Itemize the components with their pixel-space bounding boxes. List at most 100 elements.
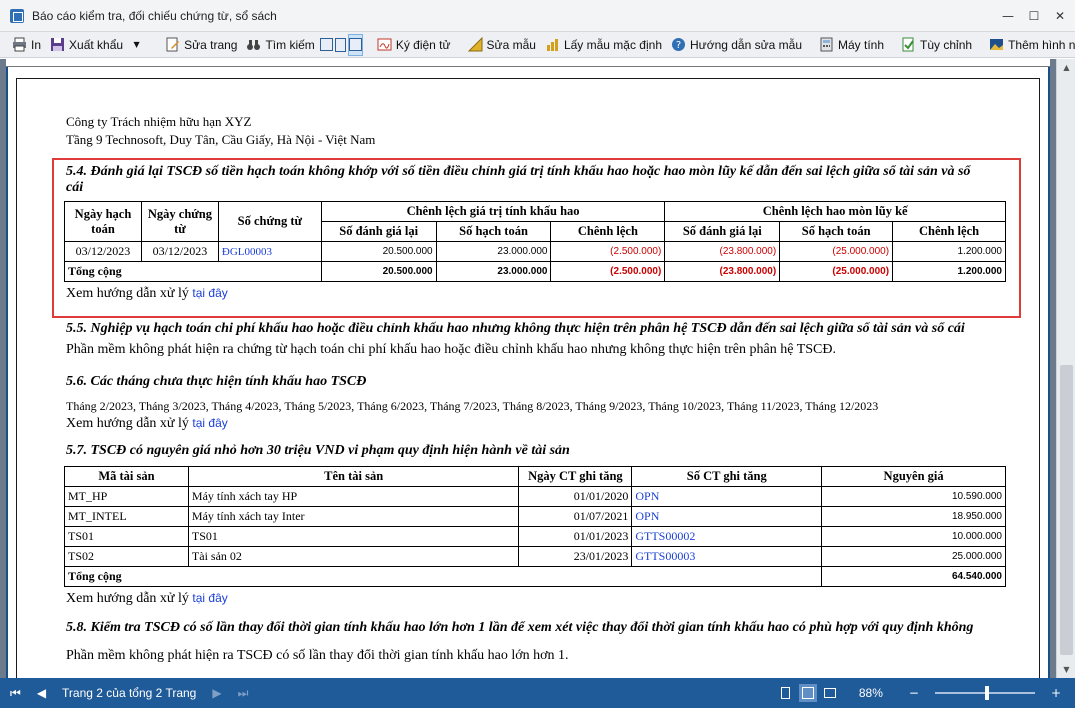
background-button[interactable]: Thêm hình nền bbox=[985, 34, 1075, 56]
cell-date: 23/01/2023 bbox=[518, 546, 633, 567]
calculator-icon bbox=[819, 37, 834, 52]
cell-asset-code: MT_HP bbox=[64, 486, 189, 507]
guide-label: Hướng dẫn sửa mẫu bbox=[690, 37, 802, 52]
calculator-button[interactable]: Máy tính bbox=[815, 34, 888, 56]
total-value: 64.540.000 bbox=[821, 566, 1006, 587]
guide-link[interactable]: tại đây bbox=[192, 591, 227, 605]
zoom-in-button[interactable]: + bbox=[1051, 686, 1061, 700]
total-label: Tổng cộng bbox=[63, 566, 823, 587]
document-link[interactable]: GTTS00003 bbox=[631, 546, 823, 567]
total-value: (2.500.000) bbox=[550, 261, 666, 282]
minimize-button[interactable]: — bbox=[997, 5, 1019, 27]
customize-icon bbox=[901, 37, 916, 52]
scroll-thumb[interactable] bbox=[1060, 365, 1073, 655]
search-label: Tìm kiếm bbox=[265, 37, 315, 52]
guide-link[interactable]: tại đây bbox=[192, 286, 227, 300]
vertical-scrollbar[interactable]: ▲ ▼ bbox=[1056, 59, 1075, 678]
cell-value: 10.000.000 bbox=[821, 526, 1006, 547]
total-row: Tổng cộng 64.540.000 bbox=[63, 566, 1006, 587]
document-link[interactable]: GTTS00002 bbox=[631, 526, 823, 547]
fit-page-view-button[interactable] bbox=[821, 684, 839, 702]
cell-value: 25.000.000 bbox=[821, 546, 1006, 567]
e-sign-button[interactable]: Ký điện tử bbox=[373, 34, 455, 56]
edit-page-button[interactable]: Sửa trang bbox=[161, 34, 241, 56]
col-revalue-2: Số đánh giá lại bbox=[664, 221, 781, 242]
fit-icon bbox=[823, 688, 836, 698]
page-top-strip bbox=[6, 59, 1050, 67]
last-page-icon[interactable]: ⏭ bbox=[238, 686, 249, 701]
multi-page-view-button[interactable] bbox=[798, 684, 817, 702]
col-date-document: Ngày chứng từ bbox=[140, 201, 219, 242]
title-bar: Báo cáo kiểm tra, đối chiếu chứng từ, sổ… bbox=[0, 0, 1075, 32]
edit-template-button[interactable]: Sửa mẫu bbox=[464, 34, 540, 56]
chevron-down-icon[interactable]: ▼ bbox=[129, 37, 144, 52]
guide-text-5-4: Xem hướng dẫn xử lý tại đây bbox=[66, 286, 228, 302]
edit-page-label: Sửa trang bbox=[184, 37, 238, 52]
printer-icon bbox=[12, 37, 27, 52]
col-booked-2: Số hạch toán bbox=[779, 221, 894, 242]
guide-label: Xem hướng dẫn xử lý bbox=[66, 416, 189, 431]
single-page-view-button[interactable] bbox=[777, 684, 795, 702]
section-5-6-title: 5.6. Các tháng chưa thực hiện tính khấu … bbox=[66, 374, 367, 389]
guide-button[interactable]: ? Hướng dẫn sửa mẫu bbox=[667, 34, 806, 56]
section-5-8-title: 5.8. Kiểm tra TSCĐ có số lần thay đổi th… bbox=[66, 620, 974, 635]
col-document-number: Số chứng từ bbox=[217, 201, 322, 242]
guide-text-5-6: Xem hướng dẫn xử lý tại đây bbox=[66, 416, 228, 432]
cell-asset-code: MT_INTEL bbox=[64, 506, 189, 527]
cell-date: 01/01/2023 bbox=[518, 526, 633, 547]
default-template-button[interactable]: Lấy mẫu mặc định bbox=[541, 34, 666, 56]
cell-asset-name: TS01 bbox=[187, 526, 520, 547]
single-page-icon bbox=[319, 38, 333, 51]
cell-asset-name: Máy tính xách tay Inter bbox=[187, 506, 520, 527]
cell-asset-name: Tài sản 02 bbox=[187, 546, 520, 567]
table-row: MT_INTEL Máy tính xách tay Inter 01/07/2… bbox=[64, 506, 1006, 527]
status-bar: ⏮ ◀ Trang 2 của tổng 2 Trang ▶ ⏭ 88% − + bbox=[0, 678, 1075, 708]
next-page-icon[interactable]: ▶ bbox=[212, 686, 221, 700]
app-icon bbox=[10, 8, 24, 23]
close-button[interactable]: ✕ bbox=[1049, 5, 1071, 27]
print-button[interactable]: In bbox=[8, 34, 45, 56]
view-single-page-button[interactable] bbox=[319, 34, 333, 56]
maximize-button[interactable]: ☐ bbox=[1023, 5, 1045, 27]
section-5-5-title: 5.5. Nghiệp vụ hạch toán chi phí khấu ha… bbox=[66, 321, 965, 336]
page-width-icon bbox=[334, 37, 346, 52]
zoom-slider[interactable] bbox=[934, 686, 1035, 700]
export-button[interactable]: Xuất khẩu ▼ bbox=[46, 34, 152, 56]
view-whole-page-button[interactable] bbox=[347, 33, 363, 56]
section-5-4-title: 5.4. Đánh giá lại TSCĐ số tiền hạch toán… bbox=[66, 164, 971, 179]
section-5-7-title: 5.7. TSCĐ có nguyên giá nhỏ hơn 30 triệu… bbox=[66, 443, 570, 458]
col-group-accumulated-wear: Chênh lệch hao mòn lũy kế bbox=[664, 201, 1006, 222]
guide-link[interactable]: tại đây bbox=[192, 416, 227, 430]
document-link[interactable]: ĐGL00003 bbox=[217, 241, 322, 262]
document-link[interactable]: OPN bbox=[631, 486, 823, 507]
document-link[interactable]: OPN bbox=[631, 506, 823, 527]
cell-value: 10.590.000 bbox=[821, 486, 1006, 507]
guide-label: Xem hướng dẫn xử lý bbox=[66, 591, 189, 606]
guide-label: Xem hướng dẫn xử lý bbox=[66, 286, 189, 301]
toolbar: In Xuất khẩu ▼ Sửa trang Tìm kiếm Ký điệ… bbox=[0, 32, 1075, 58]
revaluation-table: Ngày hạch toán Ngày chứng từ Số chứng từ… bbox=[64, 201, 1006, 282]
edit-page-icon bbox=[165, 37, 180, 52]
first-page-icon[interactable]: ⏮ bbox=[10, 686, 21, 701]
previous-page-icon[interactable]: ◀ bbox=[37, 686, 46, 700]
cell-asset-name: Máy tính xách tay HP bbox=[187, 486, 520, 507]
total-value: (25.000.000) bbox=[779, 261, 894, 282]
zoom-level: 88% bbox=[858, 686, 883, 700]
search-button[interactable]: Tìm kiếm bbox=[242, 34, 318, 56]
view-page-width-button[interactable] bbox=[334, 34, 346, 56]
cell-value: 1.200.000 bbox=[892, 241, 1006, 262]
zoom-slider-thumb[interactable] bbox=[984, 686, 989, 700]
company-address: Tầng 9 Technosoft, Duy Tân, Cầu Giấy, Hà… bbox=[66, 132, 376, 147]
scroll-down-icon[interactable]: ▼ bbox=[1057, 661, 1075, 678]
total-value: 20.500.000 bbox=[320, 261, 437, 282]
total-value: 1.200.000 bbox=[892, 261, 1006, 282]
document-viewport[interactable]: Công ty Trách nhiệm hữu hạn XYZ Tầng 9 T… bbox=[0, 59, 1056, 678]
ruler-pencil-icon bbox=[467, 37, 483, 52]
whole-page-icon bbox=[348, 38, 362, 51]
total-value: (23.800.000) bbox=[664, 261, 781, 282]
col-original-cost: Nguyên giá bbox=[821, 466, 1006, 487]
options-button[interactable]: Tùy chỉnh bbox=[897, 34, 976, 56]
zoom-out-button[interactable]: − bbox=[909, 686, 919, 700]
col-increase-date: Ngày CT ghi tăng bbox=[518, 466, 633, 487]
scroll-up-icon[interactable]: ▲ bbox=[1057, 59, 1075, 76]
